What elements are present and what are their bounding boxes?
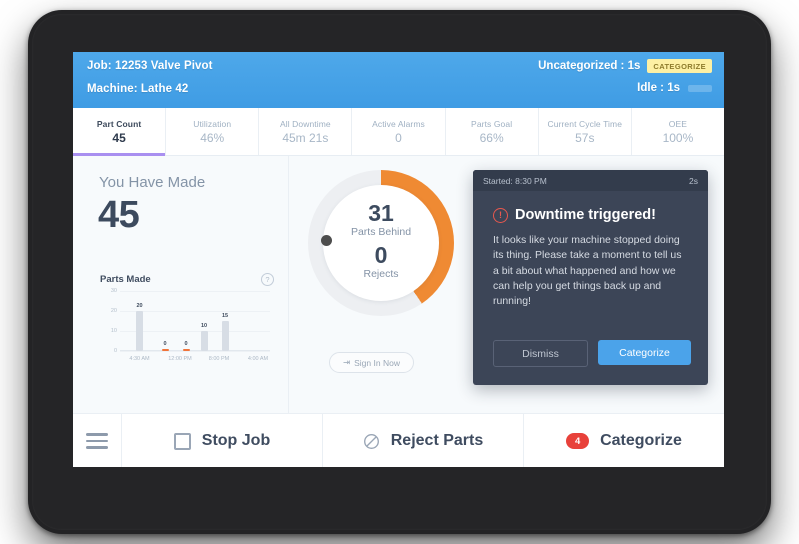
left-column: You Have Made 45 Parts Made ? 30 20 10 0 20 0… <box>73 156 289 413</box>
chart-bar-label: 0 <box>184 341 188 347</box>
chart-y-tick: 10 <box>110 328 117 334</box>
tablet-frame: Job: 12253 Valve Pivot Machine: Lathe 42… <box>28 10 771 534</box>
parts-made-chart: 30 20 10 0 20 0 0 10 15 4:30 AM 12:00 PM 8:00 PM 4:0… <box>100 288 270 362</box>
kpi-tab-oee[interactable]: OEE 100% <box>632 108 724 155</box>
no-entry-icon <box>363 433 379 449</box>
idle-placeholder-badge <box>688 84 712 92</box>
chart-bar <box>200 331 208 351</box>
uncategorized-label: Uncategorized : 1s <box>538 60 641 72</box>
categorize-footer-button[interactable]: 4 Categorize <box>524 414 724 467</box>
categorize-footer-label: Categorize <box>600 432 682 449</box>
idle-group: Idle : 1s <box>637 82 712 94</box>
rejects-label: Rejects <box>363 268 399 281</box>
reject-parts-label: Reject Parts <box>390 432 484 449</box>
chart-bar-label: 20 <box>136 303 143 309</box>
app-screen: Job: 12253 Valve Pivot Machine: Lathe 42… <box>73 52 724 467</box>
kpi-value: 57s <box>575 130 595 145</box>
kpi-tab-active-alarms[interactable]: Active Alarms 0 <box>352 108 446 155</box>
gauge-marker-dot <box>321 235 332 246</box>
stop-job-label: Stop Job <box>201 432 271 449</box>
parts-behind-label: Parts Behind <box>350 226 412 238</box>
kpi-label: Utilization <box>193 118 232 129</box>
sign-in-label: Sign In Now <box>354 357 400 368</box>
kpi-tab-part-count[interactable]: Part Count 45 <box>73 108 167 156</box>
kpi-value: 100% <box>662 130 694 145</box>
stop-job-button[interactable]: Stop Job <box>122 414 323 467</box>
parts-made-title: Parts Made <box>100 274 151 285</box>
hamburger-menu-icon <box>86 433 108 449</box>
categorize-count-badge: 4 <box>566 433 590 449</box>
chart-bar <box>136 311 143 351</box>
uncategorized-group: Uncategorized : 1s CATEGORIZE <box>538 59 712 73</box>
chart-x-tick: 12:00 PM <box>168 356 192 362</box>
downtime-status-bar: Started: 8:30 PM 2s <box>473 170 708 191</box>
kpi-tab-utilization[interactable]: Utilization 46% <box>166 108 260 155</box>
job-title: Job: 12253 Valve Pivot <box>87 60 213 72</box>
categorize-button[interactable]: Categorize <box>598 340 691 365</box>
gauge-section: 31 Parts Behind 0 Rejects ⇥ Sign In Now <box>289 156 469 413</box>
chart-x-tick: 8:00 PM <box>208 356 230 362</box>
kpi-label: Active Alarms <box>372 118 425 129</box>
parts-behind-gauge: 31 Parts Behind 0 Rejects <box>308 170 454 316</box>
dismiss-button[interactable]: Dismiss <box>493 340 588 367</box>
menu-button[interactable] <box>73 414 122 467</box>
you-have-made-value: 45 <box>98 194 140 236</box>
action-bar: Stop Job Reject Parts 4 Categorize <box>73 413 724 467</box>
kpi-value: 45 <box>112 130 126 145</box>
kpi-label: All Downtime <box>279 118 331 129</box>
reject-parts-button[interactable]: Reject Parts <box>323 414 524 467</box>
downtime-message: It looks like your machine stopped doing… <box>493 234 682 308</box>
main-content: You Have Made 45 Parts Made ? 30 20 10 0 20 0… <box>73 156 724 413</box>
kpi-label: Part Count <box>96 118 142 129</box>
kpi-tab-all-downtime[interactable]: All Downtime 45m 21s <box>259 108 353 155</box>
app-header: Job: 12253 Valve Pivot Machine: Lathe 42… <box>73 52 724 108</box>
chart-y-tick: 30 <box>110 288 117 294</box>
chart-bar-label: 10 <box>200 323 208 329</box>
machine-title: Machine: Lathe 42 <box>87 83 189 95</box>
question-mark-icon[interactable]: ? <box>261 273 274 286</box>
chart-y-tick: 20 <box>110 308 117 314</box>
kpi-label: OEE <box>668 118 688 129</box>
chart-bar <box>161 349 169 351</box>
chart-gridline <box>120 351 270 352</box>
you-have-made-label: You Have Made <box>99 174 206 191</box>
gauge-center: 31 Parts Behind 0 Rejects <box>323 185 439 301</box>
parts-made-card: Parts Made ? 30 20 10 0 20 0 0 10 15 4:30 AM 12:00… <box>73 273 288 384</box>
kpi-label: Current Cycle Time <box>547 118 623 129</box>
downtime-panel: Started: 8:30 PM 2s ! Downtime triggered… <box>473 170 708 385</box>
chart-x-tick: 4:00 AM <box>247 356 269 362</box>
kpi-tab-parts-goal[interactable]: Parts Goal 66% <box>446 108 539 155</box>
downtime-started: Started: 8:30 PM <box>483 175 547 186</box>
parts-behind-value: 31 <box>368 199 394 226</box>
kpi-value: 46% <box>200 130 225 145</box>
chart-x-tick: 4:30 AM <box>129 356 150 362</box>
stop-square-icon <box>173 432 191 450</box>
kpi-label: Parts Goal <box>471 118 513 129</box>
downtime-elapsed: 2s <box>689 175 698 186</box>
downtime-heading-text: Downtime triggered! <box>515 207 656 223</box>
rejects-value: 0 <box>374 242 388 268</box>
chart-bar <box>182 349 190 351</box>
kpi-value: 66% <box>479 130 504 145</box>
chart-bar <box>221 321 229 351</box>
kpi-value: 45m 21s <box>282 130 329 145</box>
kpi-tab-current-cycle-time[interactable]: Current Cycle Time 57s <box>539 108 632 155</box>
chart-y-tick: 0 <box>113 348 117 354</box>
chart-gridline <box>120 291 270 292</box>
kpi-value: 0 <box>395 130 402 145</box>
alert-circle-icon: ! <box>493 207 508 223</box>
chart-bar-label: 15 <box>221 313 229 319</box>
sign-in-now-button[interactable]: ⇥ Sign In Now <box>329 352 414 373</box>
chart-bar-label: 0 <box>163 341 167 347</box>
sign-in-icon: ⇥ <box>343 357 351 367</box>
downtime-actions: Dismiss Categorize <box>493 340 691 367</box>
kpi-tab-strip: Part Count 45 Utilization 46% All Downtime 45… <box>73 108 724 156</box>
categorize-badge[interactable]: CATEGORIZE <box>647 59 712 73</box>
idle-label: Idle : 1s <box>637 82 680 94</box>
downtime-heading: ! Downtime triggered! <box>493 207 708 223</box>
